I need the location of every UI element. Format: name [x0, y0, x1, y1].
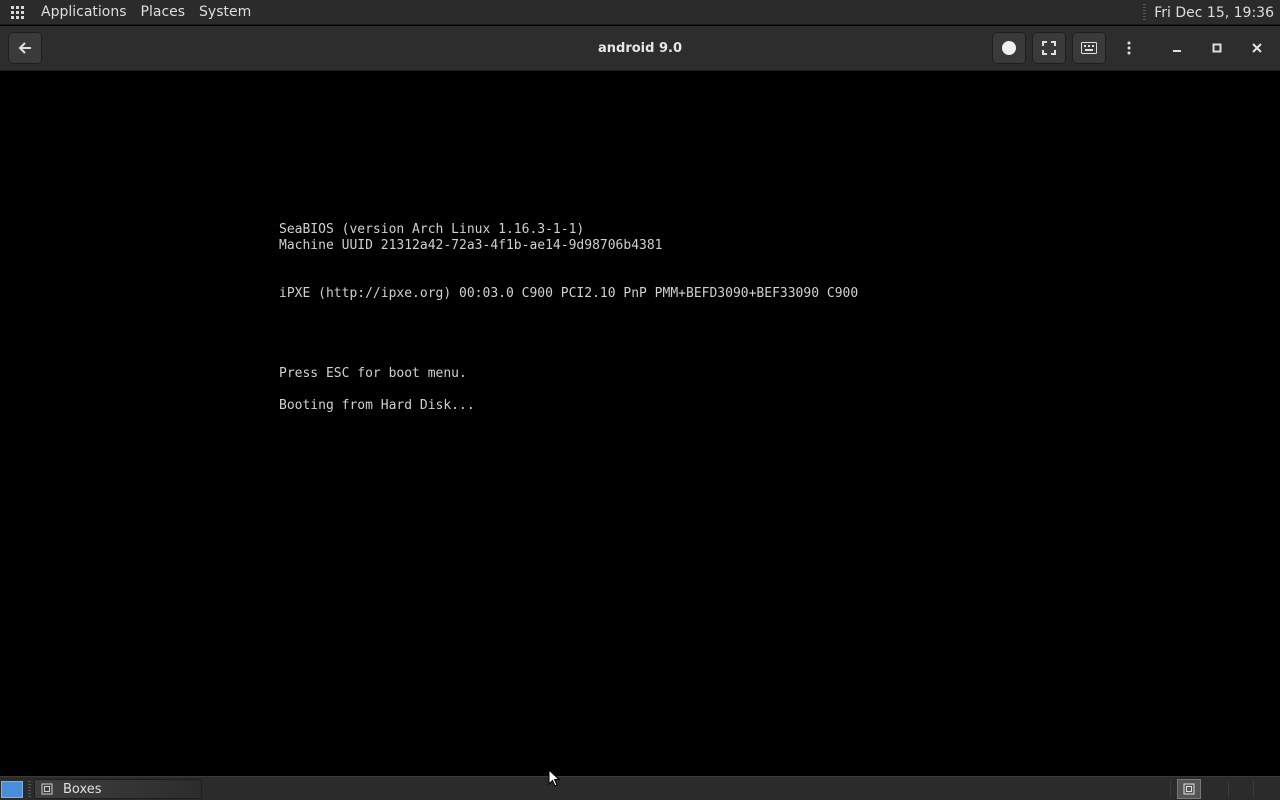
panel-separator — [1143, 4, 1147, 21]
fullscreen-icon — [1042, 41, 1056, 55]
maximize-button[interactable] — [1200, 32, 1234, 64]
booting-line: Booting from Hard Disk... — [279, 398, 475, 413]
fullscreen-button[interactable] — [1032, 32, 1066, 64]
kebab-menu-icon — [1127, 41, 1131, 55]
window-title: android 9.0 — [598, 41, 682, 56]
circle-icon — [1002, 41, 1016, 55]
tray-separator — [1253, 781, 1254, 798]
close-button[interactable] — [1240, 32, 1274, 64]
show-desktop-button[interactable] — [1, 781, 23, 798]
tray-separator — [1170, 781, 1171, 798]
keyboard-icon — [1081, 42, 1097, 54]
minimize-button[interactable] — [1160, 32, 1194, 64]
panel-separator — [28, 781, 31, 798]
window-headerbar: android 9.0 — [0, 26, 1280, 71]
esc-hint-line: Press ESC for boot menu. — [279, 366, 467, 381]
boxes-app-icon — [41, 783, 53, 795]
taskbar-item-boxes[interactable]: Boxes — [34, 779, 202, 799]
apps-grid-icon[interactable] — [0, 0, 34, 25]
minimize-icon — [1173, 50, 1181, 52]
menu-places[interactable]: Places — [134, 0, 193, 25]
menu-button[interactable] — [1112, 32, 1146, 64]
maximize-icon — [1212, 43, 1222, 53]
menu-applications[interactable]: Applications — [34, 0, 134, 25]
back-button[interactable] — [8, 32, 42, 64]
bios-version-line: SeaBIOS (version Arch Linux 1.16.3-1-1) — [279, 222, 585, 237]
close-icon — [1252, 43, 1262, 53]
bottom-panel: Boxes — [0, 776, 1280, 800]
arrow-left-icon — [18, 42, 31, 54]
keyboard-button[interactable] — [1072, 32, 1106, 64]
tray-separator — [1228, 781, 1229, 798]
top-panel: Applications Places System Fri Dec 15, 1… — [0, 0, 1280, 25]
boxes-tray-icon — [1183, 783, 1195, 795]
taskbar-item-label: Boxes — [63, 781, 102, 797]
clock[interactable]: Fri Dec 15, 19:36 — [1154, 5, 1280, 21]
workspace-switcher[interactable] — [1177, 779, 1201, 799]
mouse-cursor-icon — [548, 769, 560, 787]
ipxe-line: iPXE (http://ipxe.org) 00:03.0 C900 PCI2… — [279, 286, 859, 301]
record-button[interactable] — [992, 32, 1026, 64]
vm-display[interactable]: SeaBIOS (version Arch Linux 1.16.3-1-1) … — [0, 72, 1280, 775]
machine-uuid-line: Machine UUID 21312a42-72a3-4f1b-ae14-9d9… — [279, 238, 663, 253]
menu-system[interactable]: System — [192, 0, 258, 25]
